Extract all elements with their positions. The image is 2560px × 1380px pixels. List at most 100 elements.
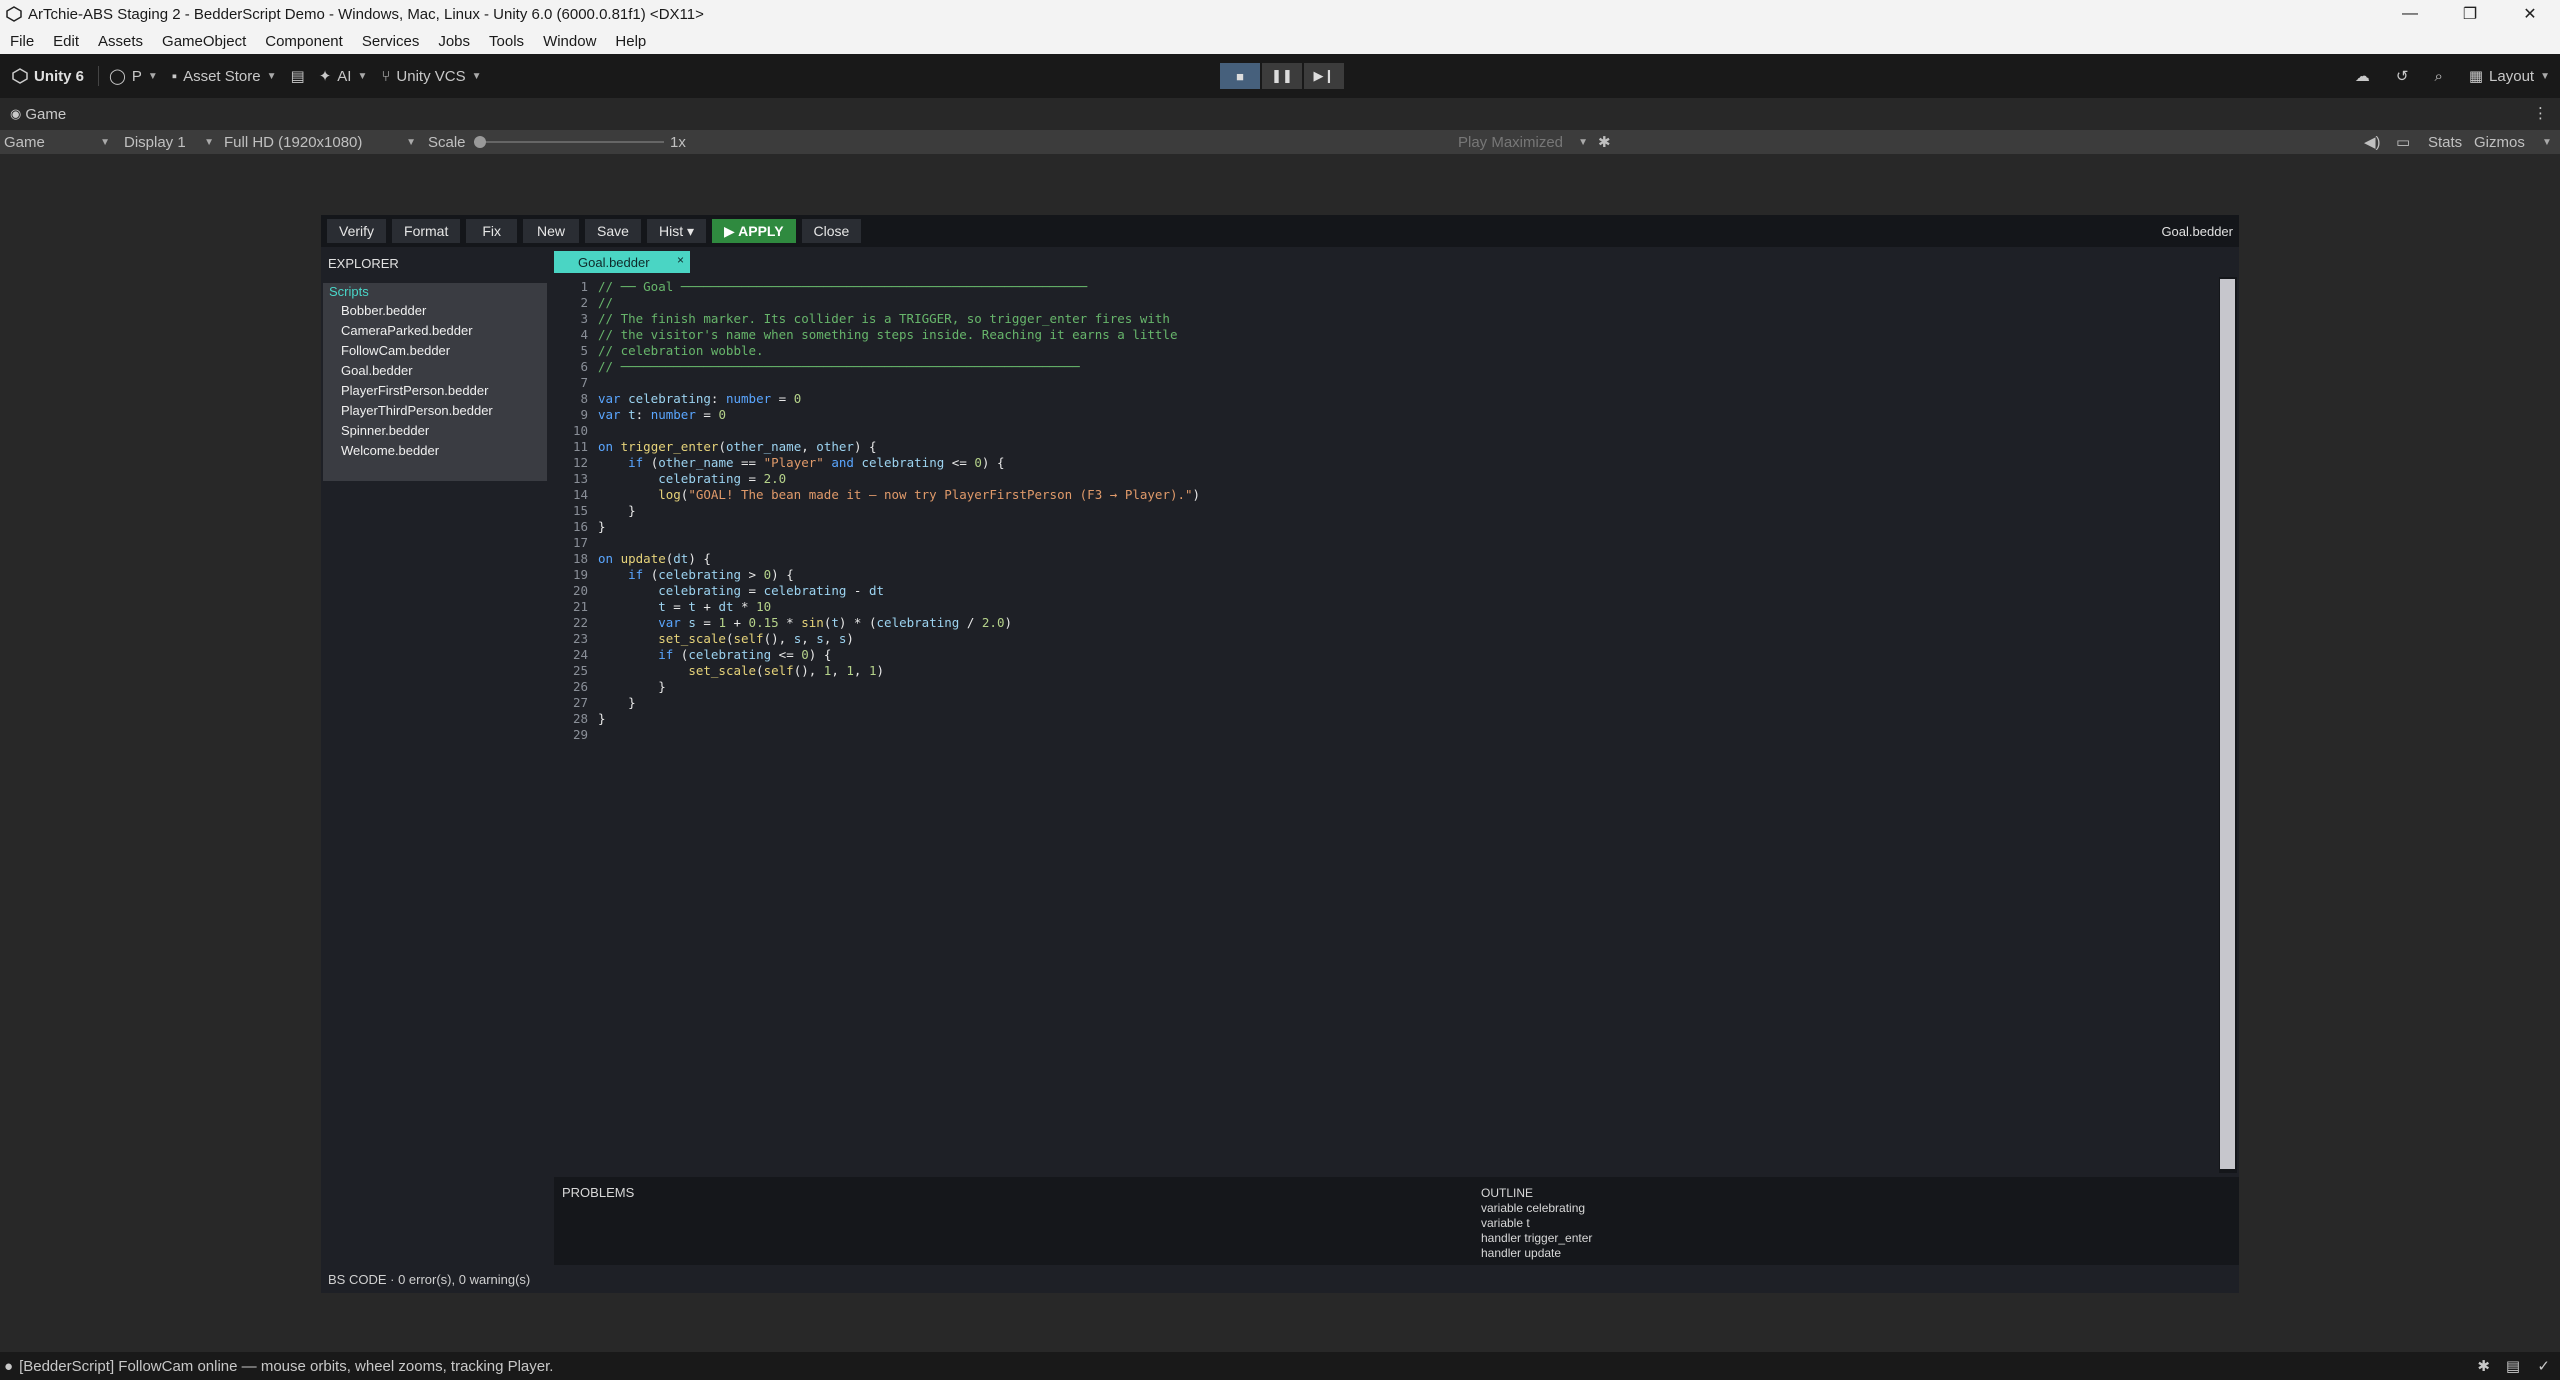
- menu-edit[interactable]: Edit: [53, 33, 79, 50]
- account-dropdown[interactable]: ◯ P ▼: [109, 67, 158, 86]
- menu-jobs[interactable]: Jobs: [438, 33, 470, 50]
- network-icon[interactable]: ▤: [2506, 1357, 2520, 1375]
- code-line[interactable]: 14 log("GOAL! The bean made it — now try…: [554, 487, 2219, 503]
- more-options-icon[interactable]: ⋮: [2533, 104, 2548, 122]
- code-line[interactable]: 11 on trigger_enter(other_name, other) {: [554, 439, 2219, 455]
- code-line[interactable]: 5 // celebration wobble.: [554, 343, 2219, 359]
- code-line[interactable]: 1 // ── Goal ────────────────────────────…: [554, 279, 2219, 295]
- code-line[interactable]: 26 }: [554, 679, 2219, 695]
- stop-button[interactable]: ■: [1220, 63, 1260, 89]
- code-line[interactable]: 29: [554, 727, 2219, 743]
- close-editor-button[interactable]: Close: [801, 219, 862, 243]
- view-select-dropdown[interactable]: Game ▼: [4, 130, 110, 154]
- code-line[interactable]: 27 }: [554, 695, 2219, 711]
- scripts-folder[interactable]: Scripts: [323, 283, 547, 301]
- audio-icon[interactable]: ◀): [2364, 130, 2381, 154]
- code-line[interactable]: 10: [554, 423, 2219, 439]
- play-mode-dropdown[interactable]: Play Maximized ▼: [1458, 130, 1588, 154]
- menu-file[interactable]: File: [10, 33, 34, 50]
- code-line[interactable]: 21 t = t + dt * 10: [554, 599, 2219, 615]
- line-number: 9: [580, 407, 588, 422]
- code-line[interactable]: 28}: [554, 711, 2219, 727]
- layout-dropdown[interactable]: ▦ Layout ▼: [2469, 67, 2550, 86]
- game-tab[interactable]: ◉ Game: [10, 106, 66, 123]
- menu-component[interactable]: Component: [265, 33, 343, 50]
- search-icon[interactable]: ⌕: [2434, 68, 2442, 85]
- debug-icon[interactable]: ✱: [2477, 1357, 2490, 1375]
- code-line[interactable]: 25 set_scale(self(), 1, 1, 1): [554, 663, 2219, 679]
- close-tab-icon[interactable]: ×: [677, 253, 684, 267]
- asset-store-dropdown[interactable]: ▪ Asset Store ▼: [172, 68, 277, 85]
- code-line[interactable]: 18 on update(dt) {: [554, 551, 2219, 567]
- package-manager-button[interactable]: ▤: [291, 67, 305, 85]
- code-scrollbar-thumb[interactable]: [2220, 279, 2235, 1169]
- code-line[interactable]: 12 if (other_name == "Player" and celebr…: [554, 455, 2219, 471]
- outline-item[interactable]: variable t: [1481, 1216, 1592, 1231]
- bug-icon[interactable]: ✱: [1598, 130, 1611, 154]
- history-icon[interactable]: ↺: [2396, 67, 2409, 85]
- display-dropdown[interactable]: Display 1 ▼: [124, 130, 214, 154]
- step-button[interactable]: ▶❙: [1304, 63, 1344, 89]
- outline-item[interactable]: handler update: [1481, 1246, 1592, 1261]
- code-line[interactable]: 9 var t: number = 0: [554, 407, 2219, 423]
- file-item[interactable]: Bobber.bedder: [323, 301, 547, 321]
- unity-account-button[interactable]: Unity 6: [12, 68, 84, 85]
- maximize-button[interactable]: ❐: [2440, 0, 2500, 28]
- history-button[interactable]: Hist ▾: [646, 219, 706, 243]
- ai-dropdown[interactable]: ✦ AI ▼: [319, 67, 368, 86]
- code-editor[interactable]: 1 // ── Goal ────────────────────────────…: [554, 279, 2219, 1171]
- resolution-dropdown[interactable]: Full HD (1920x1080) ▼: [224, 130, 416, 154]
- outline-item[interactable]: handler trigger_enter: [1481, 1231, 1592, 1246]
- screen-icon[interactable]: ▭: [2396, 130, 2410, 154]
- stats-button[interactable]: Stats: [2428, 130, 2462, 154]
- menu-assets[interactable]: Assets: [98, 33, 143, 50]
- scale-slider-handle[interactable]: [474, 136, 486, 148]
- code-line[interactable]: 2 //: [554, 295, 2219, 311]
- menu-services[interactable]: Services: [362, 33, 420, 50]
- pause-button[interactable]: ❚❚: [1262, 63, 1302, 89]
- code-line[interactable]: 20 celebrating = celebrating - dt: [554, 583, 2219, 599]
- menu-gameobject[interactable]: GameObject: [162, 33, 246, 50]
- minimize-button[interactable]: —: [2380, 0, 2440, 28]
- active-file-tab[interactable]: Goal.bedder ×: [554, 251, 690, 273]
- file-item[interactable]: Goal.bedder: [323, 361, 547, 381]
- scale-slider[interactable]: [474, 130, 664, 154]
- fix-button[interactable]: Fix: [466, 219, 518, 243]
- format-button[interactable]: Format: [392, 219, 461, 243]
- code-line[interactable]: 3 // The finish marker. Its collider is a…: [554, 311, 2219, 327]
- check-icon[interactable]: ✓: [2537, 1357, 2550, 1375]
- code-line[interactable]: 19 if (celebrating > 0) {: [554, 567, 2219, 583]
- explorer-title: EXPLORER: [328, 256, 399, 271]
- code-line[interactable]: 23 set_scale(self(), s, s, s): [554, 631, 2219, 647]
- chevron-down-icon[interactable]: ▼: [2542, 130, 2552, 154]
- cloud-icon[interactable]: ☁: [2355, 67, 2370, 85]
- code-line[interactable]: 7: [554, 375, 2219, 391]
- code-line[interactable]: 4 // the visitor's name when something st…: [554, 327, 2219, 343]
- file-item[interactable]: Welcome.bedder: [323, 441, 547, 461]
- menu-tools[interactable]: Tools: [489, 33, 524, 50]
- menu-window[interactable]: Window: [543, 33, 596, 50]
- file-item[interactable]: PlayerFirstPerson.bedder: [323, 381, 547, 401]
- close-window-button[interactable]: ✕: [2500, 0, 2560, 28]
- file-item[interactable]: FollowCam.bedder: [323, 341, 547, 361]
- verify-button[interactable]: Verify: [327, 219, 387, 243]
- file-item[interactable]: Spinner.bedder: [323, 421, 547, 441]
- new-button[interactable]: New: [523, 219, 580, 243]
- code-line[interactable]: 15 }: [554, 503, 2219, 519]
- unity-vcs-dropdown[interactable]: ⑂ Unity VCS ▼: [381, 68, 481, 85]
- gizmos-button[interactable]: Gizmos: [2474, 130, 2525, 154]
- code-line[interactable]: 16}: [554, 519, 2219, 535]
- console-message[interactable]: [BedderScript] FollowCam online — mouse …: [19, 1358, 553, 1375]
- save-button[interactable]: Save: [585, 219, 641, 243]
- code-line[interactable]: 8 var celebrating: number = 0: [554, 391, 2219, 407]
- code-line[interactable]: 6 // ────────────────────────────────────…: [554, 359, 2219, 375]
- code-line[interactable]: 13 celebrating = 2.0: [554, 471, 2219, 487]
- apply-button[interactable]: ▶ APPLY: [712, 219, 796, 243]
- menu-help[interactable]: Help: [615, 33, 646, 50]
- code-line[interactable]: 17: [554, 535, 2219, 551]
- outline-item[interactable]: variable celebrating: [1481, 1201, 1592, 1216]
- code-line[interactable]: 24 if (celebrating <= 0) {: [554, 647, 2219, 663]
- code-line[interactable]: 22 var s = 1 + 0.15 * sin(t) * (celebrat…: [554, 615, 2219, 631]
- file-item[interactable]: PlayerThirdPerson.bedder: [323, 401, 547, 421]
- file-item[interactable]: CameraParked.bedder: [323, 321, 547, 341]
